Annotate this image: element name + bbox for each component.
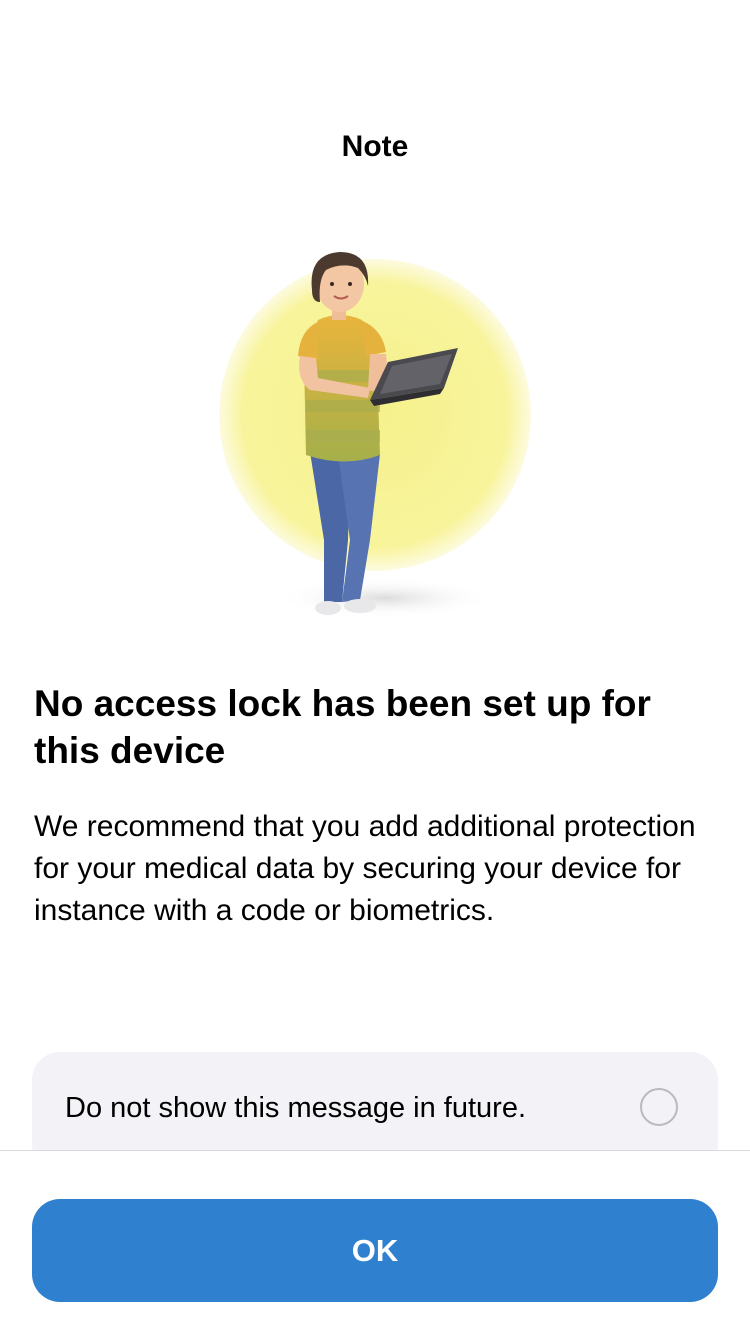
footer: OK — [0, 1150, 750, 1334]
radio-button[interactable] — [640, 1088, 678, 1126]
body-text: We recommend that you add additional pro… — [34, 810, 696, 927]
note-screen: Note No access lock has been set up for … — [0, 0, 750, 1334]
option-label: Do not show this message in future. — [65, 1092, 527, 1124]
ok-button[interactable]: OK — [32, 1199, 718, 1302]
woman-with-laptop-illustration — [219, 252, 531, 618]
page-title: Note — [341, 130, 409, 163]
headline: No access lock has been set up for this … — [34, 683, 651, 771]
